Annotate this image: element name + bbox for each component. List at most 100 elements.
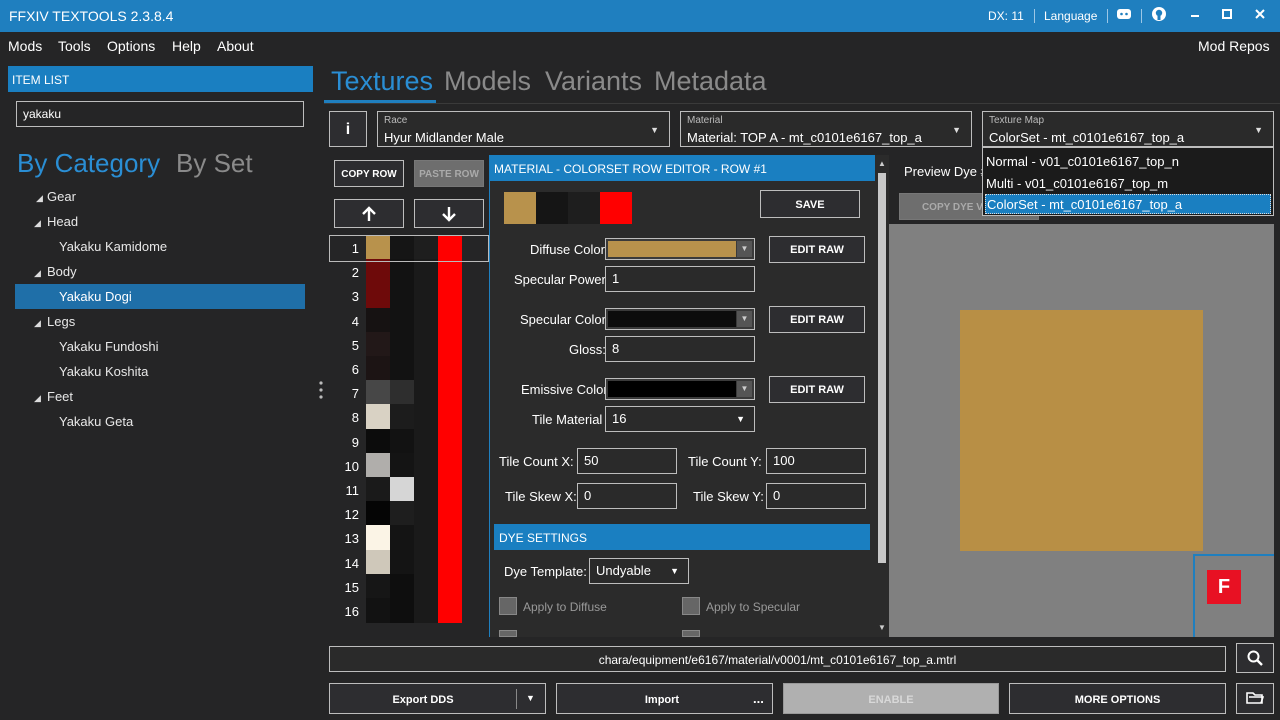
material-dropdown[interactable]: Material Material: TOP A - mt_c0101e6167… [680, 111, 972, 147]
menu-mods[interactable]: Mods [8, 38, 42, 54]
colorset-row[interactable]: 12 [329, 501, 489, 527]
menu-mod-repos[interactable]: Mod Repos [1198, 38, 1270, 54]
tree-item-head[interactable]: Head [47, 214, 78, 229]
open-folder-button[interactable] [1236, 683, 1274, 714]
tree-item-yakaku-koshita[interactable]: Yakaku Koshita [59, 364, 148, 379]
texture-map-option-multi[interactable]: Multi - v01_c0101e6167_top_m [986, 176, 1168, 191]
tile-material-select[interactable]: 16 ▼ [605, 406, 755, 432]
menu-about[interactable]: About [217, 38, 254, 54]
colorset-row[interactable]: 16 [329, 598, 489, 623]
specular-power-input[interactable]: 1 [605, 266, 755, 292]
apply-emissive-checkbox[interactable] [499, 630, 517, 637]
export-dds-button[interactable]: Export DDS ▼ [329, 683, 546, 714]
colorset-row-number: 7 [351, 386, 359, 402]
minimize-icon[interactable] [1187, 6, 1203, 24]
edit-raw-emissive-button[interactable]: EDIT RAW [769, 376, 865, 403]
apply-diffuse-checkbox[interactable] [499, 597, 517, 615]
tree-item-body[interactable]: Body [47, 264, 77, 279]
colorset-row[interactable]: 8 [329, 404, 489, 430]
edit-raw-diffuse-button[interactable]: EDIT RAW [769, 236, 865, 263]
apply-specular-checkbox[interactable] [682, 597, 700, 615]
import-more-button[interactable]: ... [753, 691, 764, 706]
copy-row-button[interactable]: COPY ROW [334, 160, 404, 187]
texture-map-option-colorset[interactable]: ColorSet - mt_c0101e6167_top_a [985, 194, 1271, 214]
tab-by-category[interactable]: By Category [17, 148, 160, 179]
tree-item-yakaku-fundoshi[interactable]: Yakaku Fundoshi [59, 339, 159, 354]
maximize-icon[interactable] [1219, 6, 1235, 24]
colorset-row[interactable]: 4 [329, 307, 489, 333]
specular-color-picker[interactable]: ▼ [605, 308, 755, 330]
expand-icon[interactable]: ◢ [34, 393, 41, 404]
row-editor-scrollbar[interactable]: ▲ ▼ [875, 155, 889, 637]
tree-item-selected-row[interactable]: Yakaku Dogi [15, 284, 305, 309]
tree-item-legs[interactable]: Legs [47, 314, 75, 329]
tree-item-yakaku-kamidome[interactable]: Yakaku Kamidome [59, 239, 167, 254]
tile-skew-y-input[interactable]: 0 [766, 483, 866, 509]
specular-color-label: Specular Color [520, 312, 606, 327]
splitter-grip[interactable] [319, 380, 323, 400]
emissive-color-picker[interactable]: ▼ [605, 378, 755, 400]
tree-item-yakaku-geta[interactable]: Yakaku Geta [59, 414, 133, 429]
tree-item-feet[interactable]: Feet [47, 389, 73, 404]
chevron-down-icon: ▼ [670, 566, 679, 576]
colorset-row[interactable]: 1 [329, 235, 489, 260]
scroll-up-icon[interactable]: ▲ [878, 159, 886, 168]
gloss-input[interactable]: 8 [605, 336, 755, 362]
discord-icon[interactable] [1116, 6, 1132, 24]
move-down-button[interactable] [414, 199, 484, 228]
more-options-button[interactable]: MORE OPTIONS [1009, 683, 1226, 714]
chevron-down-icon[interactable]: ▼ [526, 693, 535, 703]
info-button[interactable]: i [329, 111, 367, 147]
github-icon[interactable] [1151, 6, 1167, 24]
tab-by-set[interactable]: By Set [176, 148, 253, 179]
expand-icon[interactable]: ◢ [34, 318, 41, 329]
diffuse-color-picker[interactable]: ▼ [605, 238, 755, 260]
menu-options[interactable]: Options [107, 38, 155, 54]
paste-row-button[interactable]: PASTE ROW [414, 160, 484, 187]
colorset-row[interactable]: 15 [329, 573, 489, 599]
colorset-row[interactable]: 10 [329, 452, 489, 478]
scrollbar-thumb[interactable] [878, 173, 886, 563]
import-button[interactable]: Import ... [556, 683, 773, 714]
tile-count-x-input[interactable]: 50 [577, 448, 677, 474]
tab-textures[interactable]: Textures [331, 66, 433, 97]
race-dropdown[interactable]: Race Hyur Midlander Male ▼ [377, 111, 670, 147]
tab-variants[interactable]: Variants [545, 66, 642, 97]
expand-icon[interactable]: ◢ [34, 218, 41, 229]
tree-item-gear[interactable]: Gear [47, 189, 76, 204]
colorset-row[interactable]: 2 [329, 259, 489, 285]
edit-raw-specular-button[interactable]: EDIT RAW [769, 306, 865, 333]
tile-skew-x-input[interactable]: 0 [577, 483, 677, 509]
colorset-row[interactable]: 14 [329, 549, 489, 575]
colorset-row[interactable]: 13 [329, 525, 489, 551]
colorset-row[interactable]: 9 [329, 428, 489, 454]
search-button[interactable] [1236, 643, 1274, 673]
tile-count-y-input[interactable]: 100 [766, 448, 866, 474]
menu-help[interactable]: Help [172, 38, 201, 54]
colorset-swatch [366, 235, 390, 260]
texture-map-dropdown[interactable]: Texture Map ColorSet - mt_c0101e6167_top… [982, 111, 1274, 147]
move-up-button[interactable] [334, 199, 404, 228]
expand-icon[interactable]: ◢ [34, 268, 41, 279]
colorset-row[interactable]: 11 [329, 477, 489, 502]
material-path-field[interactable]: chara/equipment/e6167/material/v0001/mt_… [329, 646, 1226, 672]
save-button[interactable]: SAVE [760, 190, 860, 218]
expand-icon[interactable]: ◢ [36, 193, 43, 204]
colorset-row[interactable]: 3 [329, 283, 489, 309]
tree-item-yakaku-dogi[interactable]: Yakaku Dogi [59, 289, 132, 304]
scroll-down-icon[interactable]: ▼ [878, 623, 886, 632]
tab-metadata[interactable]: Metadata [654, 66, 767, 97]
texture-preview-area[interactable]: F [889, 224, 1274, 637]
enable-button[interactable]: ENABLE [783, 683, 999, 714]
language-link[interactable]: Language [1044, 9, 1097, 23]
colorset-row[interactable]: 6 [329, 356, 489, 381]
item-search-input[interactable]: yakaku [16, 101, 304, 127]
dye-template-select[interactable]: Undyable ▼ [589, 558, 689, 584]
menu-tools[interactable]: Tools [58, 38, 91, 54]
colorset-row[interactable]: 7 [329, 380, 489, 406]
texture-map-option-normal[interactable]: Normal - v01_c0101e6167_top_n [986, 154, 1179, 169]
tab-models[interactable]: Models [444, 66, 531, 97]
close-icon[interactable] [1252, 6, 1268, 24]
colorset-row[interactable]: 5 [329, 331, 489, 357]
apply-gloss-checkbox[interactable] [682, 630, 700, 637]
